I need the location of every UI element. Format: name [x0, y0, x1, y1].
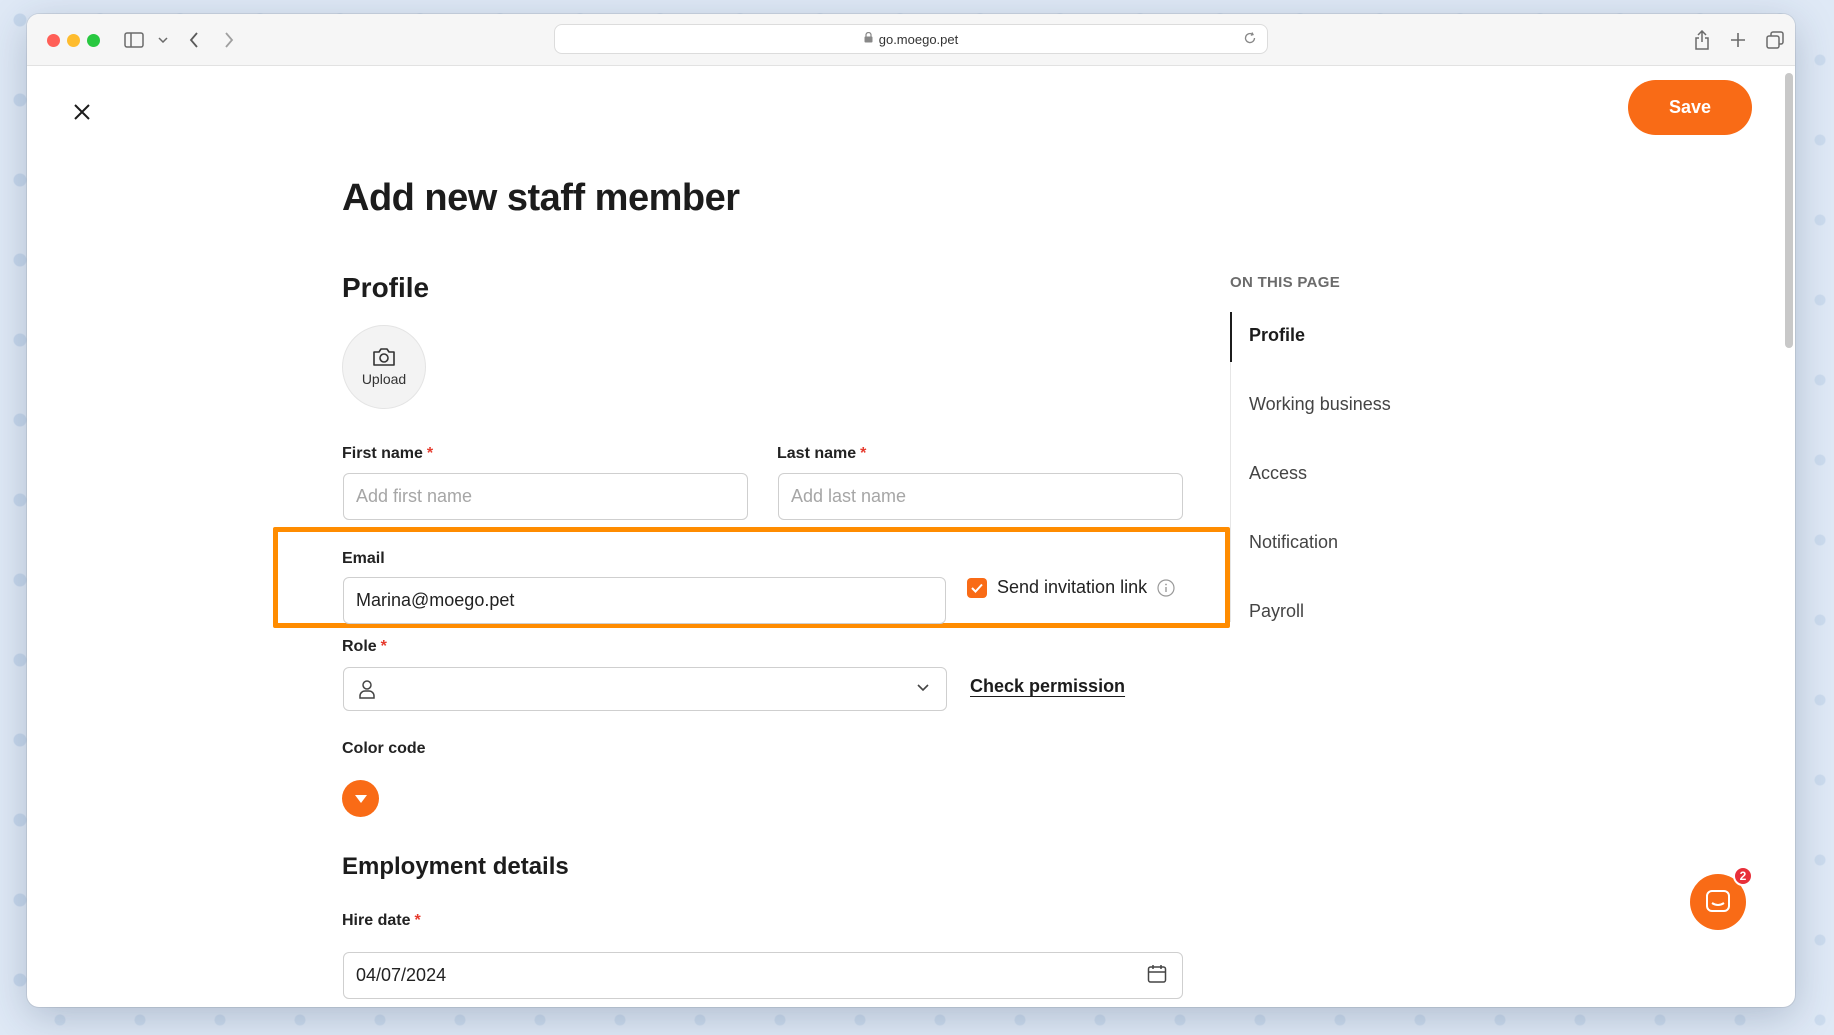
last-name-label: Last name *: [777, 445, 867, 462]
color-code-label: Color code: [342, 740, 426, 757]
calendar-icon[interactable]: [1147, 964, 1167, 989]
close-icon: [74, 104, 90, 120]
toc-active-indicator: [1230, 312, 1232, 362]
chevron-down-icon: [916, 680, 930, 699]
toc-heading: ON THIS PAGE: [1230, 274, 1340, 291]
address-bar[interactable]: go.moego.pet: [554, 24, 1268, 54]
minimize-window-button[interactable]: [67, 34, 80, 47]
send-invitation-label: Send invitation link: [997, 577, 1148, 597]
lock-icon: [864, 31, 873, 46]
browser-window: go.moego.pet Save Add new staff member P…: [27, 14, 1795, 1007]
forward-icon[interactable]: [222, 28, 236, 52]
hire-date-label: Hire date *: [342, 912, 421, 929]
required-mark: *: [414, 912, 421, 929]
tab-overview-icon[interactable]: [1765, 28, 1785, 52]
url-text: go.moego.pet: [878, 31, 959, 47]
sidebar-toggle-icon[interactable]: [123, 28, 145, 52]
toc-item-working-business[interactable]: Working business: [1249, 394, 1391, 415]
toc-item-access[interactable]: Access: [1249, 463, 1307, 484]
save-button[interactable]: Save: [1628, 80, 1752, 135]
share-icon[interactable]: [1693, 28, 1711, 52]
send-invitation-checkbox[interactable]: [967, 577, 987, 598]
chat-notification-badge: 2: [1733, 866, 1753, 886]
hire-date-input[interactable]: [343, 952, 1183, 999]
last-name-input[interactable]: [778, 473, 1183, 520]
upload-avatar-button[interactable]: Upload: [342, 325, 426, 409]
page-content: Save Add new staff member Profile Upload…: [27, 67, 1795, 1007]
toc-item-profile[interactable]: Profile: [1249, 325, 1305, 346]
required-mark: *: [380, 638, 387, 655]
info-icon[interactable]: [1157, 578, 1175, 597]
upload-label: Upload: [361, 371, 407, 387]
caret-down-icon: [354, 794, 367, 803]
color-code-picker[interactable]: [342, 780, 379, 817]
first-name-input[interactable]: [343, 473, 748, 520]
email-input[interactable]: [343, 577, 946, 624]
employment-section-title: Employment details: [342, 853, 569, 880]
check-permission-link[interactable]: Check permission: [970, 676, 1125, 697]
browser-toolbar: go.moego.pet: [27, 14, 1795, 66]
scrollbar[interactable]: [1785, 73, 1793, 348]
send-invitation-toggle[interactable]: Send invitation link: [967, 577, 1175, 598]
toc-item-notification[interactable]: Notification: [1249, 532, 1338, 553]
close-button[interactable]: [67, 97, 97, 127]
camera-icon: [373, 348, 395, 366]
new-tab-icon[interactable]: [1729, 28, 1747, 52]
back-icon[interactable]: [187, 28, 201, 52]
reload-icon[interactable]: [1243, 31, 1257, 48]
profile-section-title: Profile: [342, 272, 430, 303]
zoom-window-button[interactable]: [87, 34, 100, 47]
page-title: Add new staff member: [342, 177, 740, 219]
first-name-label: First name *: [342, 445, 434, 462]
required-mark: *: [426, 445, 434, 462]
required-mark: *: [860, 445, 867, 462]
email-label: Email: [342, 550, 385, 567]
close-window-button[interactable]: [47, 34, 60, 47]
chevron-down-icon[interactable]: [157, 28, 169, 52]
user-icon: [358, 679, 376, 704]
checkmark-icon: [971, 583, 983, 593]
chat-icon: [1706, 890, 1730, 912]
role-select[interactable]: [343, 667, 947, 711]
toc-track: [1230, 362, 1231, 622]
role-label: Role *: [342, 638, 387, 655]
toc-item-payroll[interactable]: Payroll: [1249, 601, 1304, 622]
